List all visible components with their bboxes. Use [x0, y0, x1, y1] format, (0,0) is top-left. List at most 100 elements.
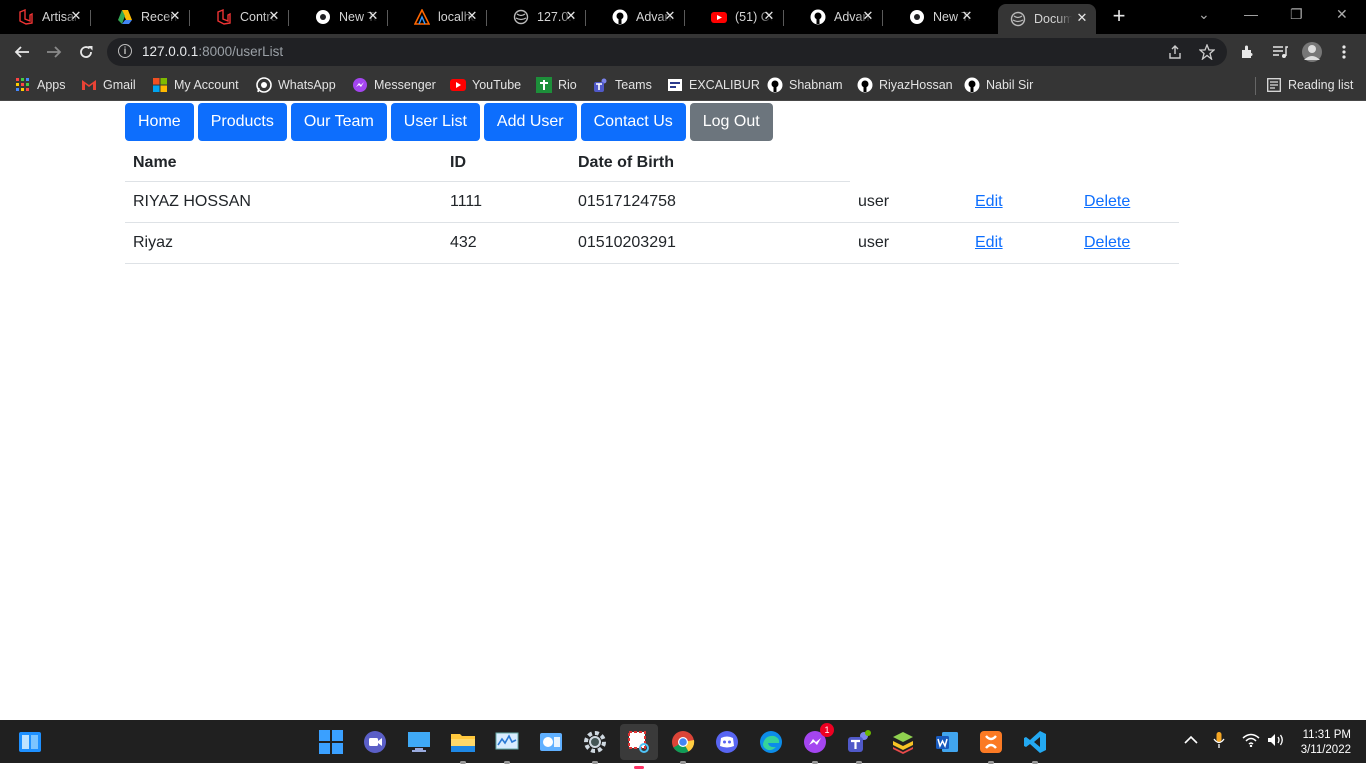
settings-icon[interactable] [582, 729, 608, 764]
tab-search-icon[interactable]: ⌄ [1198, 6, 1210, 23]
logout-button[interactable]: Log Out [689, 103, 773, 141]
bookmark-my-account[interactable]: My Account [152, 76, 239, 94]
bookmark-apps[interactable]: Apps [15, 76, 66, 94]
user-id: 1111 [442, 181, 570, 223]
monitor-icon[interactable] [494, 729, 520, 764]
clock-date: 3/11/2022 [1300, 744, 1351, 756]
browser-tab[interactable]: Advanced ✕ [594, 4, 685, 30]
close-icon[interactable]: ✕ [662, 8, 678, 24]
user-role: user [850, 222, 967, 264]
widgets-icon[interactable] [17, 729, 43, 755]
info-icon[interactable]: i [118, 44, 132, 58]
file-explorer-icon[interactable] [450, 729, 476, 764]
close-icon[interactable]: ✕ [761, 8, 777, 24]
browser-tab[interactable]: New Tab ✕ [891, 4, 981, 30]
close-icon[interactable]: ✕ [167, 8, 183, 24]
microphone-icon[interactable] [1213, 731, 1225, 752]
address-bar[interactable]: i 127.0.0.1:8000/userList [107, 38, 1227, 66]
bookmark-gmail[interactable]: Gmail [81, 76, 136, 94]
laravel-icon [18, 9, 34, 25]
browser-tab[interactable]: localhost ✕ [396, 4, 487, 30]
share-icon[interactable] [1167, 44, 1183, 60]
desktop-icon[interactable] [406, 729, 432, 755]
meet-icon[interactable] [362, 729, 388, 755]
minimize-icon[interactable]: — [1244, 6, 1258, 22]
youtube-icon [711, 9, 727, 25]
bookmark-messenger[interactable]: Messenger [352, 76, 436, 94]
browser-tab-active[interactable]: Document ✕ [998, 4, 1096, 34]
menu-kebab-icon[interactable] [1333, 41, 1355, 63]
browser-tab[interactable]: Artisan ✕ [0, 4, 91, 30]
close-icon[interactable]: ✕ [365, 8, 381, 24]
discord-icon[interactable] [714, 729, 740, 755]
system-clock[interactable]: 11:31 PM 3/11/2022 [1301, 728, 1351, 758]
close-icon[interactable]: ✕ [266, 8, 282, 24]
xampp-icon[interactable] [978, 729, 1004, 764]
xampp-icon [414, 9, 430, 25]
close-icon[interactable]: ✕ [959, 8, 975, 24]
excalibur-icon [667, 77, 683, 93]
avatar[interactable] [1301, 41, 1323, 63]
word-icon[interactable] [934, 729, 960, 755]
extensions-icon[interactable] [1237, 41, 1259, 63]
start-icon[interactable] [318, 729, 344, 755]
delete-link[interactable]: Delete [1084, 234, 1130, 251]
restore-icon[interactable]: ❐ [1290, 6, 1303, 23]
bookmark-excalibur[interactable]: EXCALIBUR [667, 76, 760, 94]
edit-link[interactable]: Edit [975, 234, 1003, 251]
google-drive-icon [117, 9, 133, 25]
bookmark-whatsapp[interactable]: WhatsApp [256, 76, 336, 94]
close-icon[interactable]: ✕ [563, 8, 579, 24]
teams-icon[interactable] [846, 729, 872, 764]
user-dob: 01517124758 [570, 181, 850, 223]
close-icon[interactable]: ✕ [68, 8, 84, 24]
nav-products-button[interactable]: Products [197, 103, 287, 141]
browser-tab[interactable]: Controller ✕ [198, 4, 289, 30]
vscode-icon[interactable] [1022, 729, 1048, 764]
tray-overflow-icon[interactable] [1184, 733, 1198, 748]
messenger-icon[interactable]: 1 [802, 723, 834, 764]
nav-add-user-button[interactable]: Add User [483, 103, 577, 141]
nav-contact-us-button[interactable]: Contact Us [580, 103, 686, 141]
new-tab-button[interactable]: + [1108, 5, 1130, 28]
wifi-icon[interactable] [1242, 733, 1260, 750]
gmail-icon [81, 77, 97, 93]
forward-icon[interactable] [43, 41, 65, 63]
media-control-icon[interactable] [1269, 41, 1291, 63]
back-icon[interactable] [11, 41, 33, 63]
close-icon[interactable]: ✕ [464, 8, 480, 24]
bluestacks-icon[interactable] [890, 729, 916, 755]
delete-link[interactable]: Delete [1084, 193, 1130, 210]
nav-user-list-button[interactable]: User List [390, 103, 480, 141]
nav-our-team-button[interactable]: Our Team [290, 103, 387, 141]
bookmark-nabil-sir[interactable]: Nabil Sir [964, 76, 1033, 94]
window-close-icon[interactable]: ✕ [1336, 6, 1348, 23]
laravel-icon [216, 9, 232, 25]
youtube-icon [450, 77, 466, 93]
edge-icon[interactable] [758, 729, 784, 755]
browser-tab[interactable]: (51) Co ✕ [693, 4, 784, 30]
reading-list-button[interactable]: Reading list [1266, 76, 1353, 94]
bookmark-youtube[interactable]: YouTube [450, 76, 521, 94]
bookmark-rio[interactable]: Rio [536, 76, 577, 94]
snipping-tool-icon[interactable] [620, 724, 658, 769]
browser-tab[interactable]: Recent ✕ [99, 4, 190, 30]
edit-link[interactable]: Edit [975, 193, 1003, 210]
url-text[interactable]: 127.0.0.1:8000/userList [142, 44, 283, 59]
control-icon[interactable] [538, 729, 564, 755]
close-icon[interactable]: ✕ [860, 8, 876, 24]
volume-icon[interactable] [1267, 733, 1285, 750]
bookmark-shabnam[interactable]: Shabnam [767, 76, 843, 94]
bookmark-star-icon[interactable] [1198, 43, 1216, 61]
reload-icon[interactable] [75, 41, 97, 63]
browser-tab[interactable]: New Tab ✕ [297, 4, 388, 30]
apps-grid-icon [15, 77, 31, 93]
page-content: Home Products Our Team User List Add Use… [0, 101, 1366, 720]
chrome-icon[interactable] [670, 729, 696, 764]
close-icon[interactable]: ✕ [1074, 10, 1090, 26]
browser-tab[interactable]: Advanced ✕ [792, 4, 883, 30]
bookmark-riyazhossan[interactable]: RiyazHossan [857, 76, 953, 94]
nav-home-button[interactable]: Home [125, 103, 194, 141]
bookmark-teams[interactable]: Teams [593, 76, 652, 94]
browser-tab[interactable]: 127.0.0.1 ✕ [495, 4, 586, 30]
